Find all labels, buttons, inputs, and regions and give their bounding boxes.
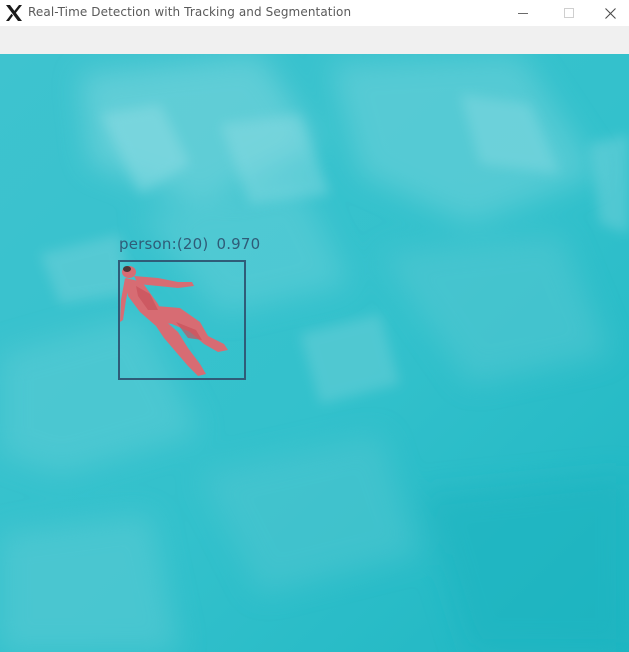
app-window: Real-Time Detection with Tracking and Se… [0,0,629,652]
minimize-icon [518,8,528,18]
maximize-icon [564,8,574,18]
window-title: Real-Time Detection with Tracking and Se… [28,5,352,19]
close-icon [605,7,616,19]
maximize-button[interactable] [546,0,592,26]
detection-bounding-box [118,260,246,380]
water-background [0,54,629,652]
minimize-button[interactable] [500,0,546,26]
title-bar[interactable]: Real-Time Detection with Tracking and Se… [0,0,629,26]
detection-label: person:(20) 0.970 [119,235,260,253]
detection-class-label: person:(20) [119,235,209,253]
detection-confidence: 0.970 [216,235,261,253]
toolbar-strip [0,26,629,54]
video-frame: person:(20) 0.970 [0,54,629,652]
close-button[interactable] [592,0,629,26]
x11-x-logo-icon [5,4,23,22]
